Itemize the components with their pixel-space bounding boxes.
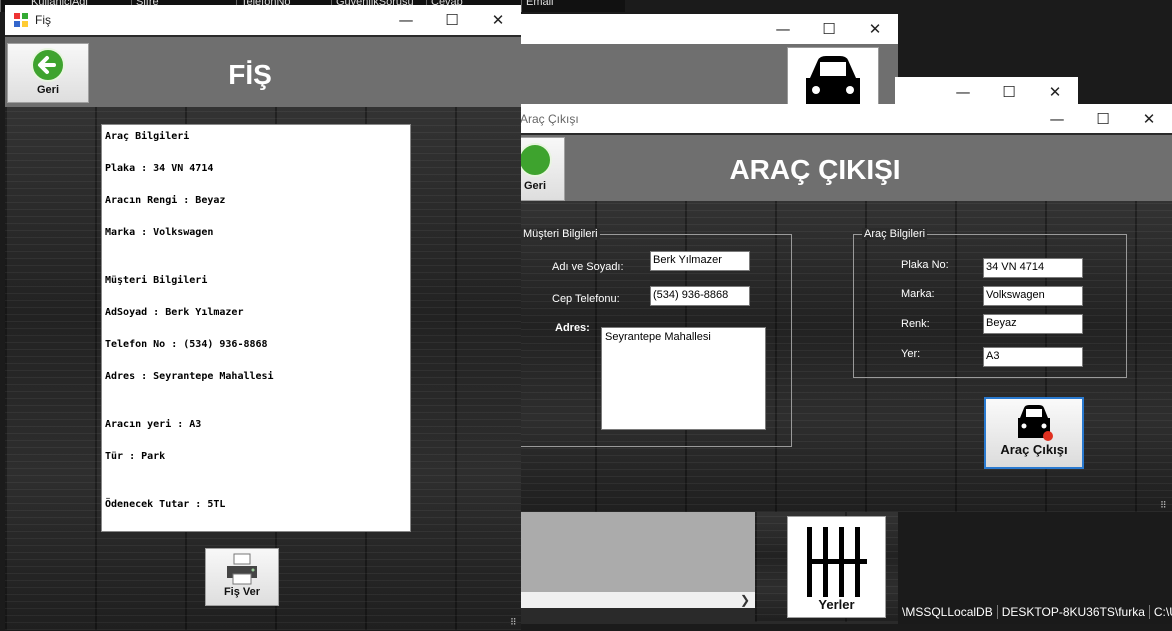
arac-cikisi-window: Araç Çıkışı — ☐ ✕ Geri ARAÇ ÇIKIŞI Müşte… <box>505 104 1172 512</box>
window-title: Fiş <box>35 13 51 27</box>
adsoyad-field[interactable]: Berk Yılmazer <box>650 251 750 271</box>
page-title: ARAÇ ÇIKIŞI <box>729 154 901 185</box>
minimize-button[interactable]: — <box>940 77 986 106</box>
yer-label: Yer: <box>901 348 921 360</box>
resize-grip-icon[interactable]: ⠿ <box>1160 500 1167 511</box>
chevron-right-icon[interactable]: ❯ <box>740 593 750 607</box>
car-tile[interactable] <box>787 47 879 105</box>
printer-icon <box>227 553 257 585</box>
plaka-label: Plaka No: <box>901 259 949 271</box>
maximize-button[interactable]: ☐ <box>806 15 852 44</box>
telefon-label: Cep Telefonu: <box>552 293 620 305</box>
status-path: C:\US <box>1153 605 1172 619</box>
receipt-line: Adres : Seyrantepe Mahallesi <box>105 371 274 382</box>
yerler-label: Yerler <box>818 597 855 612</box>
yer-field[interactable]: A3 <box>983 347 1083 367</box>
receipt-line: Plaka : 34 VN 4714 <box>105 163 214 174</box>
page-title: FİŞ <box>228 59 272 90</box>
title-bar: Fiş — ☐ ✕ <box>5 5 521 35</box>
maximize-button[interactable]: ☐ <box>986 77 1032 106</box>
close-button[interactable]: ✕ <box>475 6 521 35</box>
back-label: Geri <box>523 180 546 192</box>
background-window-secondary: — ☐ ✕ <box>895 77 1078 107</box>
marka-label: Marka: <box>901 288 935 300</box>
marka-field[interactable]: Volkswagen <box>983 286 1083 306</box>
car-exit-icon <box>1018 405 1053 441</box>
group-title: Araç Bilgileri <box>862 228 928 240</box>
group-title: Müşteri Bilgileri <box>521 228 600 240</box>
fis-ver-button[interactable]: Fiş Ver <box>205 548 279 606</box>
column-header: Email <box>521 0 616 12</box>
receipt-line: Müşteri Bilgileri <box>105 275 208 286</box>
fis-window: Fiş — ☐ ✕ Geri FİŞ Araç Bilgileri Plaka … <box>5 5 521 630</box>
app-icon <box>14 13 28 27</box>
fis-ver-label: Fiş Ver <box>223 586 261 598</box>
back-arrow-icon <box>518 143 552 177</box>
minimize-button[interactable]: — <box>760 15 806 44</box>
renk-field[interactable]: Beyaz <box>983 314 1083 334</box>
receipt-line: Marka : Volkswagen <box>105 227 214 238</box>
resize-grip-icon[interactable]: ⠿ <box>510 617 517 628</box>
yerler-button[interactable]: Yerler <box>787 516 886 618</box>
arac-cikisi-button-label: Araç Çıkışı <box>1000 442 1068 457</box>
close-button[interactable]: ✕ <box>1032 77 1078 106</box>
back-label: Geri <box>36 84 59 96</box>
receipt-line <box>105 481 407 497</box>
status-db: \MSSQLLocalDB <box>898 605 998 619</box>
receipt-line: Aracın yeri : A3 <box>105 419 202 430</box>
window-title: Araç Çıkışı <box>520 111 579 126</box>
back-arrow-icon <box>31 48 65 82</box>
receipt-line: Aracın Rengi : Beyaz <box>105 195 226 206</box>
back-button[interactable]: Geri <box>7 43 89 103</box>
telefon-field[interactable]: (534) 936-8868 <box>650 286 750 306</box>
status-machine: DESKTOP-8KU36TS\furka <box>998 605 1150 619</box>
adres-label: Adres: <box>555 322 590 334</box>
receipt-line <box>105 401 407 417</box>
receipt-line <box>105 257 407 273</box>
receipt-line: Ödenecek Tutar : 5TL <box>105 499 226 510</box>
close-button[interactable]: ✕ <box>852 15 898 44</box>
receipt-line: AdSoyad : Berk Yılmazer <box>105 307 244 318</box>
status-bar: \MSSQLLocalDB DESKTOP-8KU36TS\furka C:\U… <box>898 600 1172 624</box>
receipt-box[interactable]: Araç Bilgileri Plaka : 34 VN 4714 Aracın… <box>101 124 411 532</box>
parking-grid-icon <box>806 527 867 597</box>
adsoyad-label: Adı ve Soyadı: <box>552 261 624 273</box>
plaka-field[interactable]: 34 VN 4714 <box>983 258 1083 278</box>
renk-label: Renk: <box>901 318 930 330</box>
car-icon <box>806 56 860 104</box>
maximize-button[interactable]: ☐ <box>1080 104 1126 133</box>
background-scrollbar[interactable]: ❯ <box>520 592 755 608</box>
receipt-line: Telefon No : (534) 936-8868 <box>105 339 268 350</box>
minimize-button[interactable]: — <box>1034 104 1080 133</box>
arac-cikisi-button[interactable]: Araç Çıkışı <box>984 397 1084 469</box>
minimize-button[interactable]: — <box>383 6 429 35</box>
receipt-line: Araç Bilgileri <box>105 131 190 142</box>
receipt-line: Tür : Park <box>105 451 166 462</box>
title-bar: Araç Çıkışı — ☐ ✕ <box>505 104 1172 133</box>
adres-field[interactable]: Seyrantepe Mahallesi <box>601 327 766 430</box>
maximize-button[interactable]: ☐ <box>429 6 475 35</box>
close-button[interactable]: ✕ <box>1126 104 1172 133</box>
